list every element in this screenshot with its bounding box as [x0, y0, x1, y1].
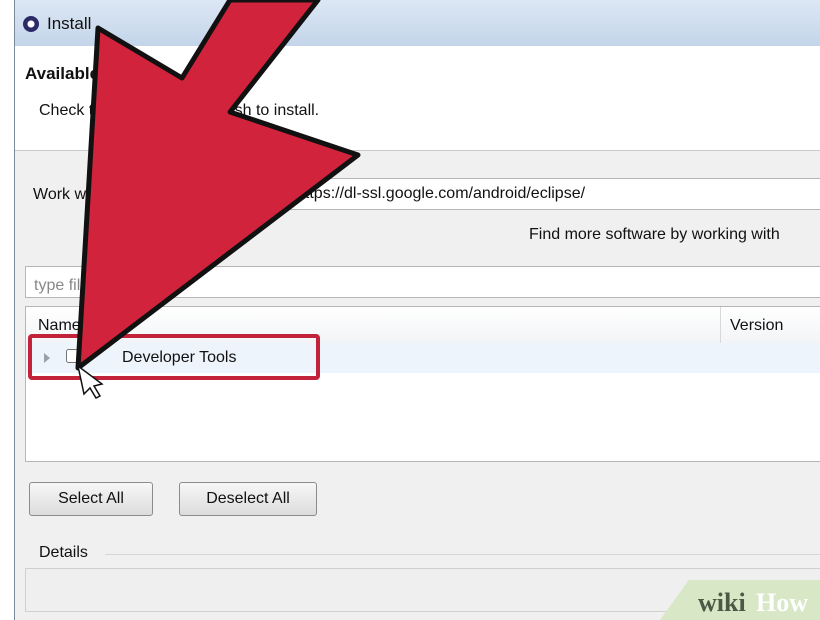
watermark-wiki: wiki: [698, 588, 746, 617]
watermark-how: How: [756, 588, 808, 617]
annotation-arrow-icon: [75, 0, 361, 399]
